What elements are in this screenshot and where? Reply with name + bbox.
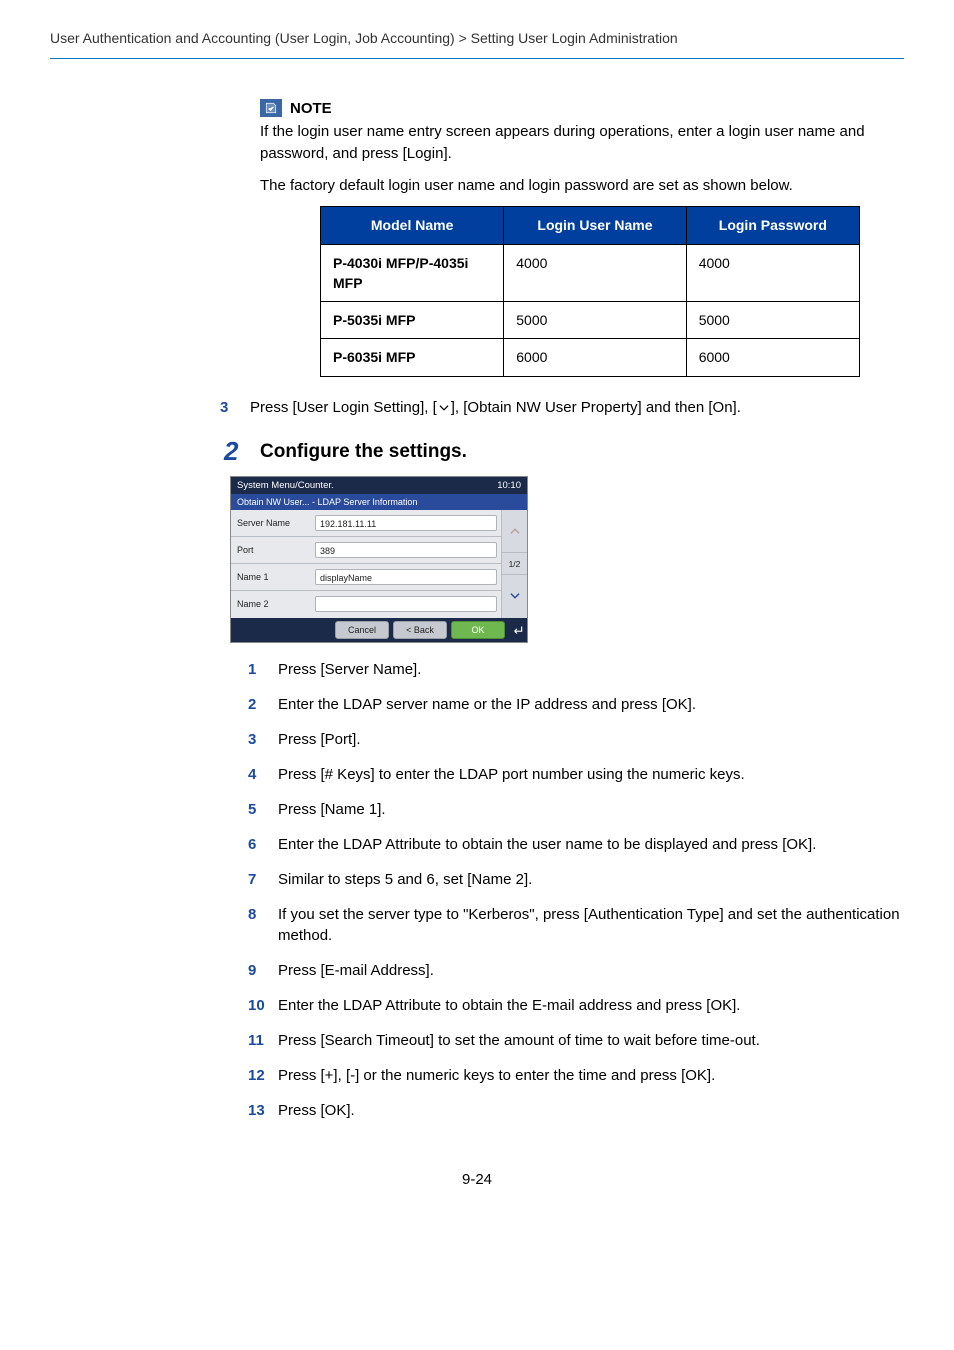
step-num: 12 bbox=[248, 1065, 268, 1086]
step-text: Similar to steps 5 and 6, set [Name 2]. bbox=[278, 869, 904, 890]
login-defaults-table: Model Name Login User Name Login Passwor… bbox=[320, 206, 860, 376]
note-icon bbox=[260, 99, 282, 117]
cell-model: P-6035i MFP bbox=[321, 339, 504, 376]
cell-pass: 5000 bbox=[686, 302, 859, 339]
row-port[interactable]: Port 389 bbox=[231, 537, 501, 564]
note-p1: If the login user name entry screen appe… bbox=[260, 121, 904, 165]
input-server-name[interactable]: 192.181.11.11 bbox=[315, 515, 497, 531]
cell-user: 6000 bbox=[504, 339, 686, 376]
cell-user: 5000 bbox=[504, 302, 686, 339]
input-name1[interactable]: displayName bbox=[315, 569, 497, 585]
note-label: NOTE bbox=[290, 100, 332, 117]
th-model: Model Name bbox=[321, 207, 504, 244]
th-pass: Login Password bbox=[686, 207, 859, 244]
cell-pass: 4000 bbox=[686, 244, 859, 302]
cell-model: P-5035i MFP bbox=[321, 302, 504, 339]
step-num: 13 bbox=[248, 1100, 268, 1121]
note-p2: The factory default login user name and … bbox=[260, 175, 904, 197]
screen-subtitle: Obtain NW User... - LDAP Server Informat… bbox=[231, 494, 527, 510]
step-text: Enter the LDAP Attribute to obtain the u… bbox=[278, 834, 904, 855]
breadcrumb: User Authentication and Accounting (User… bbox=[50, 30, 904, 59]
label-port: Port bbox=[237, 545, 315, 555]
cell-pass: 6000 bbox=[686, 339, 859, 376]
step-text: Enter the LDAP Attribute to obtain the E… bbox=[278, 995, 904, 1016]
table-row: P-6035i MFP 6000 6000 bbox=[321, 339, 860, 376]
enter-icon bbox=[507, 618, 527, 642]
step-text: Press [Server Name]. bbox=[278, 659, 904, 680]
label-name2: Name 2 bbox=[237, 599, 315, 609]
step-num: 7 bbox=[248, 869, 268, 890]
scroll-down-button[interactable] bbox=[502, 575, 527, 618]
section-2-title: Configure the settings. bbox=[260, 438, 467, 463]
prestep-text: Press [User Login Setting], [], [Obtain … bbox=[250, 397, 904, 418]
step-num: 6 bbox=[248, 834, 268, 855]
section-2-num: 2 bbox=[224, 438, 248, 464]
input-name2[interactable] bbox=[315, 596, 497, 612]
th-user: Login User Name bbox=[504, 207, 686, 244]
chevron-down-icon bbox=[437, 401, 451, 415]
screen-pager: 1/2 bbox=[502, 553, 527, 575]
step-text: Press [Search Timeout] to set the amount… bbox=[278, 1030, 904, 1051]
input-port[interactable]: 389 bbox=[315, 542, 497, 558]
step-text: Press [E-mail Address]. bbox=[278, 960, 904, 981]
row-name1[interactable]: Name 1 displayName bbox=[231, 564, 501, 591]
step-num: 2 bbox=[248, 694, 268, 715]
step-text: Press [Port]. bbox=[278, 729, 904, 750]
table-row: P-5035i MFP 5000 5000 bbox=[321, 302, 860, 339]
screen-time: 10:10 bbox=[497, 480, 521, 491]
cell-user: 4000 bbox=[504, 244, 686, 302]
cancel-button[interactable]: Cancel bbox=[335, 621, 389, 639]
screen-title: System Menu/Counter. bbox=[237, 480, 334, 491]
ldap-config-screen: System Menu/Counter. 10:10 Obtain NW Use… bbox=[230, 476, 528, 643]
chevron-down-icon bbox=[508, 589, 522, 603]
step-text: Press [# Keys] to enter the LDAP port nu… bbox=[278, 764, 904, 785]
label-name1: Name 1 bbox=[237, 572, 315, 582]
scroll-up-button[interactable] bbox=[502, 510, 527, 554]
step-num: 11 bbox=[248, 1030, 268, 1051]
step-num: 5 bbox=[248, 799, 268, 820]
ok-button[interactable]: OK bbox=[451, 621, 505, 639]
chevron-up-icon bbox=[508, 524, 522, 538]
step-num: 3 bbox=[248, 729, 268, 750]
label-server-name: Server Name bbox=[237, 518, 315, 528]
table-row: P-4030i MFP/P-4035i MFP 4000 4000 bbox=[321, 244, 860, 302]
step-text: Press [Name 1]. bbox=[278, 799, 904, 820]
step-text: Enter the LDAP server name or the IP add… bbox=[278, 694, 904, 715]
step-num: 1 bbox=[248, 659, 268, 680]
step-text: Press [OK]. bbox=[278, 1100, 904, 1121]
step-num: 9 bbox=[248, 960, 268, 981]
page-number: 9-24 bbox=[50, 1171, 904, 1188]
step-num: 8 bbox=[248, 904, 268, 925]
row-server-name[interactable]: Server Name 192.181.11.11 bbox=[231, 510, 501, 537]
note-body: If the login user name entry screen appe… bbox=[260, 121, 904, 377]
cell-model: P-4030i MFP/P-4035i MFP bbox=[321, 244, 504, 302]
step-text: Press [+], [-] or the numeric keys to en… bbox=[278, 1065, 904, 1086]
step-num: 10 bbox=[248, 995, 268, 1016]
row-name2[interactable]: Name 2 bbox=[231, 591, 501, 618]
step-text: If you set the server type to "Kerberos"… bbox=[278, 904, 904, 946]
prestep-num: 3 bbox=[220, 397, 240, 418]
step-num: 4 bbox=[248, 764, 268, 785]
back-button[interactable]: < Back bbox=[393, 621, 447, 639]
